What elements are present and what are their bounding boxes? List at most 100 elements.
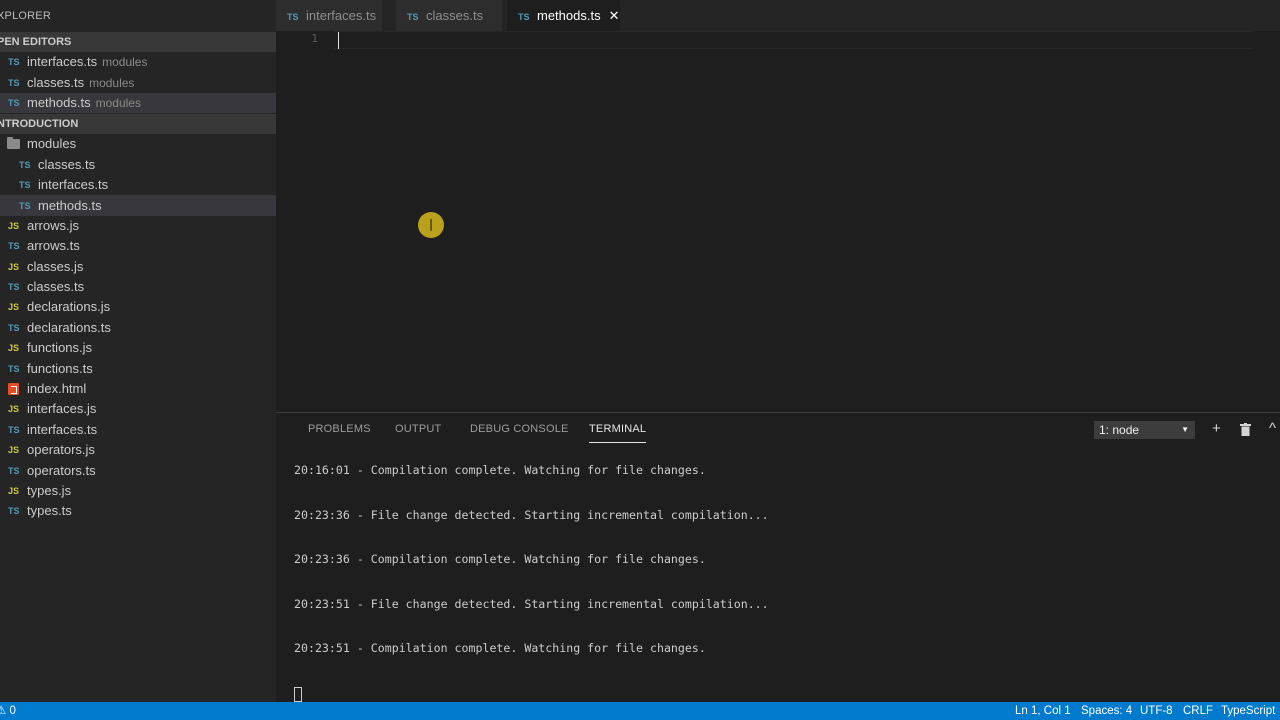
file-name: classes.ts — [27, 279, 85, 295]
tree-item-declarations-js[interactable]: JS declarations.js — [0, 297, 276, 317]
tree-item-arrows-ts[interactable]: TS arrows.ts — [0, 236, 276, 256]
explorer-sidebar: XPLORER PEN EDITORS TS interfaces.ts mod… — [0, 0, 276, 702]
tree-item-declarations-ts[interactable]: TS declarations.ts — [0, 318, 276, 338]
file-name: interfaces.ts — [27, 54, 98, 70]
ts-file-icon: TS — [8, 282, 20, 293]
tree-item-classes-js[interactable]: JS classes.js — [0, 257, 276, 277]
js-file-icon: JS — [8, 220, 20, 231]
file-name: declarations.js — [27, 299, 111, 315]
language-mode[interactable]: TypeScript — [1221, 702, 1275, 720]
ts-file-icon: TS — [8, 424, 20, 435]
problems-status[interactable]: ⚠ 0 — [0, 702, 16, 720]
trash-icon[interactable] — [1240, 423, 1251, 440]
editor-tab-bar: TS interfaces.ts TS classes.ts TS methods.t… — [276, 0, 1280, 31]
ts-file-icon: TS — [8, 57, 20, 68]
file-folder-description: modules — [102, 55, 148, 70]
ts-file-icon: TS — [19, 200, 31, 211]
explorer-title: XPLORER — [0, 10, 51, 22]
terminal-line: 20:23:51 - File change detected. Startin… — [294, 596, 769, 611]
file-name: functions.js — [27, 340, 93, 356]
tab-interfaces[interactable]: TS interfaces.ts — [276, 0, 382, 31]
tab-output[interactable]: OUTPUT — [395, 423, 441, 435]
indentation-status[interactable]: Spaces: 4 — [1081, 702, 1132, 720]
ts-file-icon: TS — [8, 97, 20, 108]
tree-item-operators-js[interactable]: JS operators.js — [0, 440, 276, 460]
tree-item-interfaces-js[interactable]: JS interfaces.js — [0, 399, 276, 419]
open-editor-interfaces[interactable]: TS interfaces.ts modules — [0, 52, 276, 72]
file-name: classes.ts — [38, 156, 96, 172]
tree-item-index-html[interactable]: index.html — [0, 379, 276, 399]
tree-item-functions-ts[interactable]: TS functions.ts — [0, 358, 276, 378]
ts-file-icon: TS — [8, 77, 20, 88]
file-name: interfaces.ts — [27, 421, 98, 437]
chevron-up-icon[interactable]: ^ — [1269, 421, 1276, 437]
file-name: functions.ts — [27, 360, 93, 376]
tree-item-classes-ts[interactable]: TS classes.ts — [0, 277, 276, 297]
code-editor[interactable]: 1 — [276, 31, 1280, 412]
terminal-line: 20:23:36 - File change detected. Startin… — [294, 507, 769, 522]
mouse-cursor-highlight — [418, 212, 444, 238]
html-file-icon — [8, 383, 19, 396]
ts-file-icon: TS — [8, 241, 20, 252]
tree-item-modules-classes[interactable]: TS classes.ts — [0, 155, 276, 175]
file-name: classes.js — [27, 258, 84, 274]
tab-terminal[interactable]: TERMINAL — [589, 423, 647, 443]
open-editors-header[interactable]: PEN EDITORS — [0, 32, 276, 52]
js-file-icon: JS — [8, 404, 20, 415]
file-name: types.js — [27, 483, 72, 498]
eol-status[interactable]: CRLF — [1183, 702, 1213, 720]
tab-debug-console[interactable]: DEBUG CONSOLE — [470, 423, 569, 435]
tree-item-operators-ts[interactable]: TS operators.ts — [0, 460, 276, 480]
ts-file-icon: TS — [8, 363, 20, 374]
file-name: arrows.ts — [27, 238, 80, 254]
file-name: methods.ts — [27, 94, 91, 110]
file-name: arrows.js — [27, 217, 80, 233]
ts-file-icon: TS — [518, 12, 530, 22]
ts-file-icon: TS — [8, 322, 20, 333]
tree-item-functions-js[interactable]: JS functions.js — [0, 338, 276, 358]
tree-item-interfaces-ts[interactable]: TS interfaces.ts — [0, 420, 276, 440]
current-line-highlight — [334, 31, 1252, 49]
dropdown-arrow-icon: ▼ — [1181, 425, 1189, 434]
tree-item-modules-methods[interactable]: TS methods.ts — [0, 195, 276, 216]
open-editor-classes[interactable]: TS classes.ts modules — [0, 72, 276, 92]
tab-problems[interactable]: PROBLEMS — [308, 423, 371, 435]
tab-classes[interactable]: TS classes.ts — [396, 0, 502, 31]
file-name: index.html — [27, 381, 87, 397]
cursor-position[interactable]: Ln 1, Col 1 — [1015, 702, 1071, 720]
ts-file-icon: TS — [8, 506, 20, 517]
file-folder-description: modules — [89, 75, 135, 90]
tree-item-arrows-js[interactable]: JS arrows.js — [0, 216, 276, 236]
file-name: operators.ts — [27, 462, 96, 478]
js-file-icon: JS — [8, 302, 20, 313]
close-icon[interactable]: ✕ — [609, 0, 620, 31]
folder-modules[interactable]: modules — [0, 134, 276, 154]
tab-label: interfaces.ts — [306, 8, 377, 23]
folder-icon — [7, 137, 20, 150]
tab-label: classes.ts — [426, 8, 484, 23]
tree-item-modules-interfaces[interactable]: TS interfaces.ts — [0, 175, 276, 195]
file-name: classes.ts — [27, 74, 85, 90]
file-name: interfaces.js — [27, 401, 97, 417]
file-folder-description: modules — [95, 95, 141, 110]
tree-item-types-js[interactable]: JS types.js — [0, 481, 276, 501]
project-folder-header[interactable]: NTRODUCTION — [0, 114, 276, 135]
terminal-line: 20:16:01 - Compilation complete. Watchin… — [294, 463, 706, 477]
js-file-icon: JS — [8, 445, 20, 456]
file-name: types.ts — [27, 503, 72, 519]
file-name: declarations.ts — [27, 319, 111, 335]
tree-item-types-ts[interactable]: TS types.ts — [0, 501, 276, 521]
text-caret — [338, 32, 339, 49]
js-file-icon: JS — [8, 261, 20, 272]
file-name: interfaces.ts — [38, 177, 109, 193]
terminal-cursor — [294, 687, 302, 702]
plus-icon[interactable]: + — [1212, 421, 1221, 437]
terminal-select[interactable]: 1: node ▼ — [1094, 421, 1195, 439]
terminal-line: 20:23:51 - Compilation complete. Watchin… — [294, 641, 706, 655]
open-editor-methods[interactable]: TS methods.ts modules — [0, 92, 276, 114]
ts-file-icon: TS — [8, 465, 20, 476]
ts-file-icon: TS — [287, 12, 299, 22]
terminal-output[interactable]: 20:16:01 - Compilation complete. Watchin… — [294, 463, 769, 686]
encoding-status[interactable]: UTF-8 — [1140, 702, 1173, 720]
tab-methods[interactable]: TS methods.ts ✕ — [507, 0, 620, 31]
